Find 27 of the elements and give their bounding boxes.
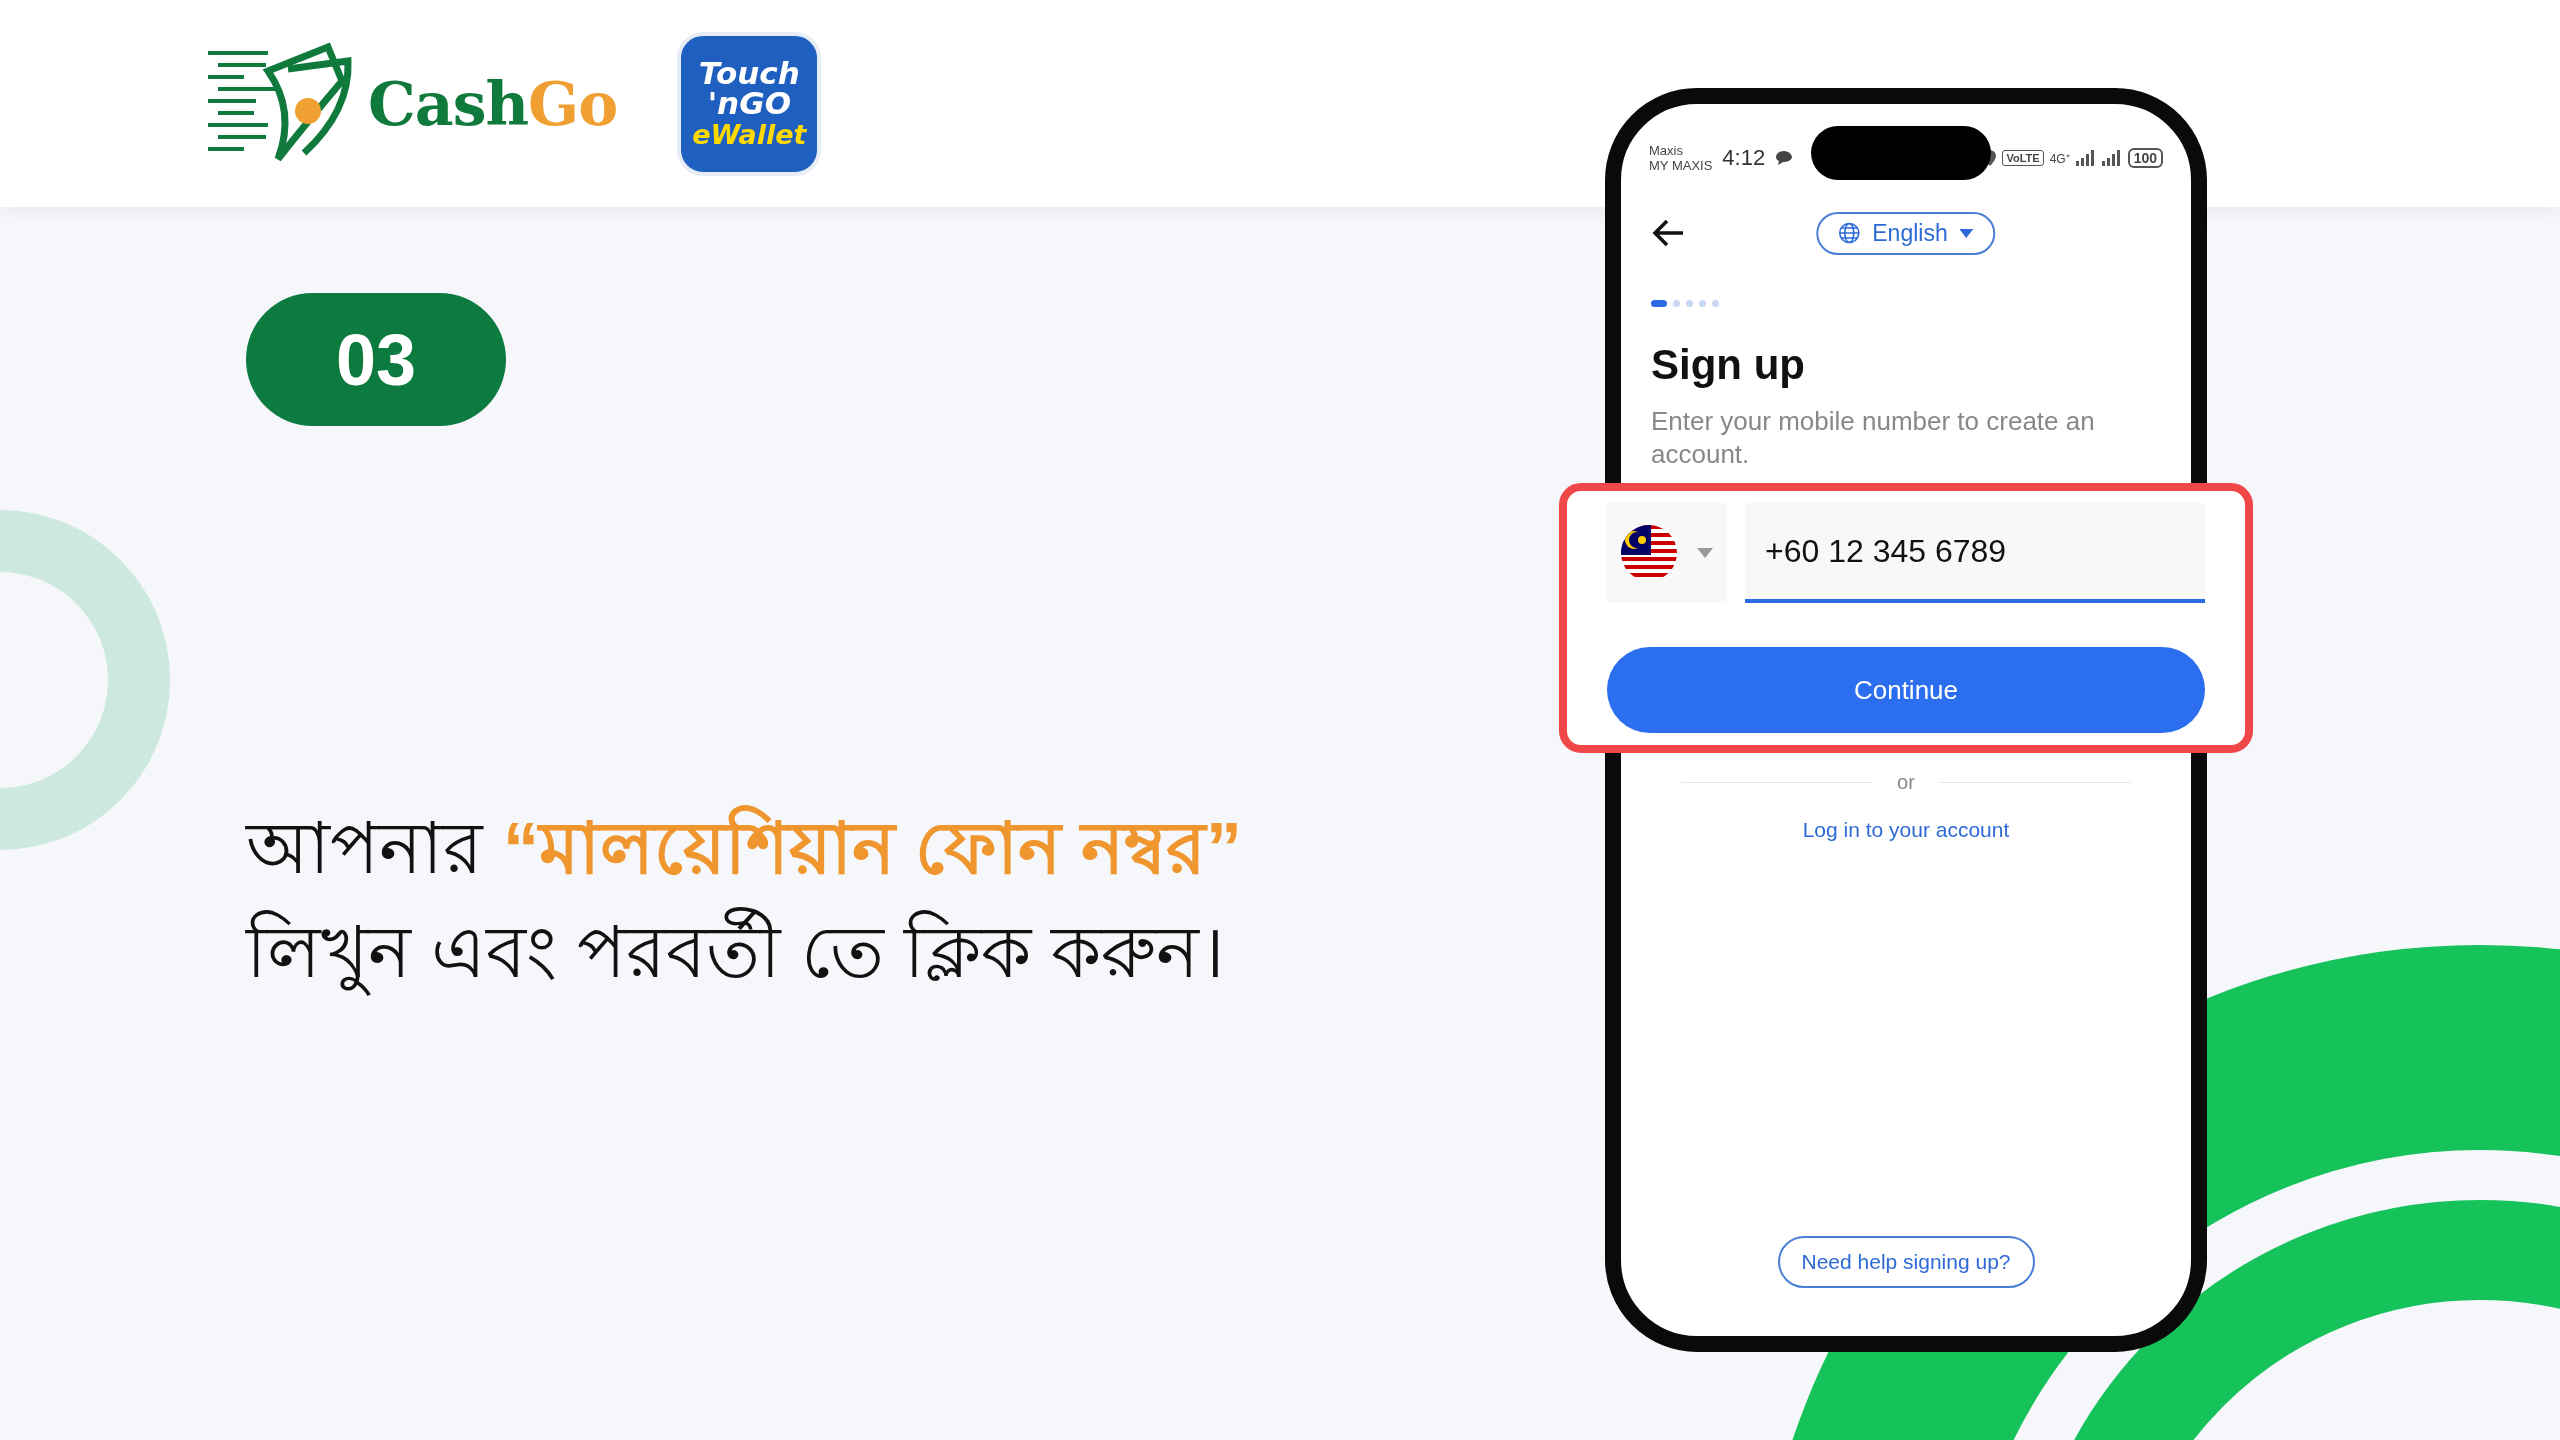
message-icon	[1775, 150, 1794, 166]
globe-icon	[1838, 222, 1861, 244]
subtitle-text: Enter your mobile number to create an account.	[1651, 405, 2096, 471]
language-label: English	[1872, 219, 1948, 247]
signal-icon	[2101, 150, 2122, 166]
battery-indicator: 100	[2127, 148, 2163, 168]
operator-name: MY MAXIS	[1649, 158, 1713, 173]
signal-icon	[2075, 150, 2096, 166]
status-time: 4:12	[1722, 145, 1766, 171]
divider-text: or	[1897, 771, 1915, 794]
country-code-selector[interactable]	[1607, 503, 1727, 603]
phone-number-field[interactable]: +60 12 345 6789	[1745, 503, 2205, 603]
language-selector[interactable]: English	[1816, 211, 1996, 255]
signal-type: 4G⁺	[2049, 150, 2070, 167]
carrier-name: Maxis	[1649, 143, 1684, 158]
brand-logo-text: CashGo	[368, 68, 618, 139]
caret-icon	[1697, 548, 1713, 558]
help-button[interactable]: Need help signing up?	[1777, 1236, 2035, 1288]
caret-icon	[1959, 228, 1974, 238]
step-badge: 03	[246, 293, 506, 426]
wallet-logo: Touch 'nGO eWallet	[677, 31, 822, 176]
instruction-text: আপনার “মালয়েশিয়ান ফোন নম্বর” লিখুন এবং পরবর্তী তে ক্লিক করুন।	[246, 796, 1386, 1004]
login-link[interactable]: Log in to your account	[1802, 818, 2010, 842]
network-label: VoLTE	[2002, 150, 2044, 166]
continue-button[interactable]: Continue	[1607, 647, 2205, 733]
back-arrow-icon[interactable]	[1651, 218, 1685, 248]
page-title: Sign up	[1651, 341, 1806, 389]
